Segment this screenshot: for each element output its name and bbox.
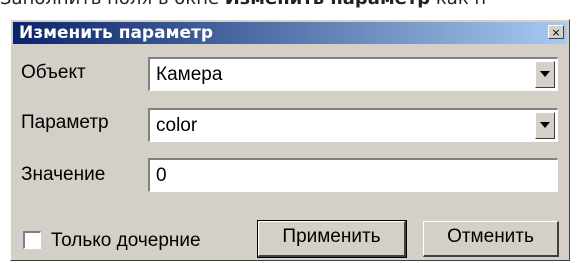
- parameter-label: Параметр: [21, 112, 109, 133]
- chevron-down-icon: [540, 122, 550, 128]
- dialog-title: Изменить параметр: [19, 23, 214, 43]
- object-dropdown-button[interactable]: [535, 61, 555, 88]
- object-select[interactable]: Камера: [148, 57, 558, 91]
- instruction-prefix: Заполнить поля в окне: [0, 0, 225, 9]
- value-label: Значение: [21, 164, 106, 185]
- parameter-select-value: color: [156, 115, 198, 136]
- chevron-down-icon: [540, 71, 550, 77]
- object-select-value: Камера: [156, 64, 223, 85]
- value-input[interactable]: 0: [148, 158, 558, 192]
- apply-button[interactable]: Применить: [257, 220, 407, 258]
- children-only-label[interactable]: Только дочерние: [51, 230, 201, 252]
- instruction-suffix: как п: [430, 0, 486, 9]
- instruction-bold: Изменить параметр: [225, 0, 430, 9]
- cancel-button[interactable]: Отменить: [423, 221, 559, 257]
- children-only-checkbox[interactable]: [23, 231, 41, 249]
- instruction-text: Заполнить поля в окне Изменить параметр …: [0, 0, 579, 10]
- dialog-titlebar[interactable]: Изменить параметр ×: [13, 22, 567, 44]
- parameter-select[interactable]: color: [148, 108, 558, 142]
- object-label: Объект: [21, 62, 86, 83]
- parameter-dropdown-button[interactable]: [535, 112, 555, 139]
- edit-parameter-dialog: Изменить параметр × Объект Камера Параме…: [10, 19, 570, 261]
- close-button[interactable]: ×: [548, 25, 564, 39]
- close-icon: ×: [551, 26, 561, 39]
- value-input-text: 0: [156, 165, 167, 186]
